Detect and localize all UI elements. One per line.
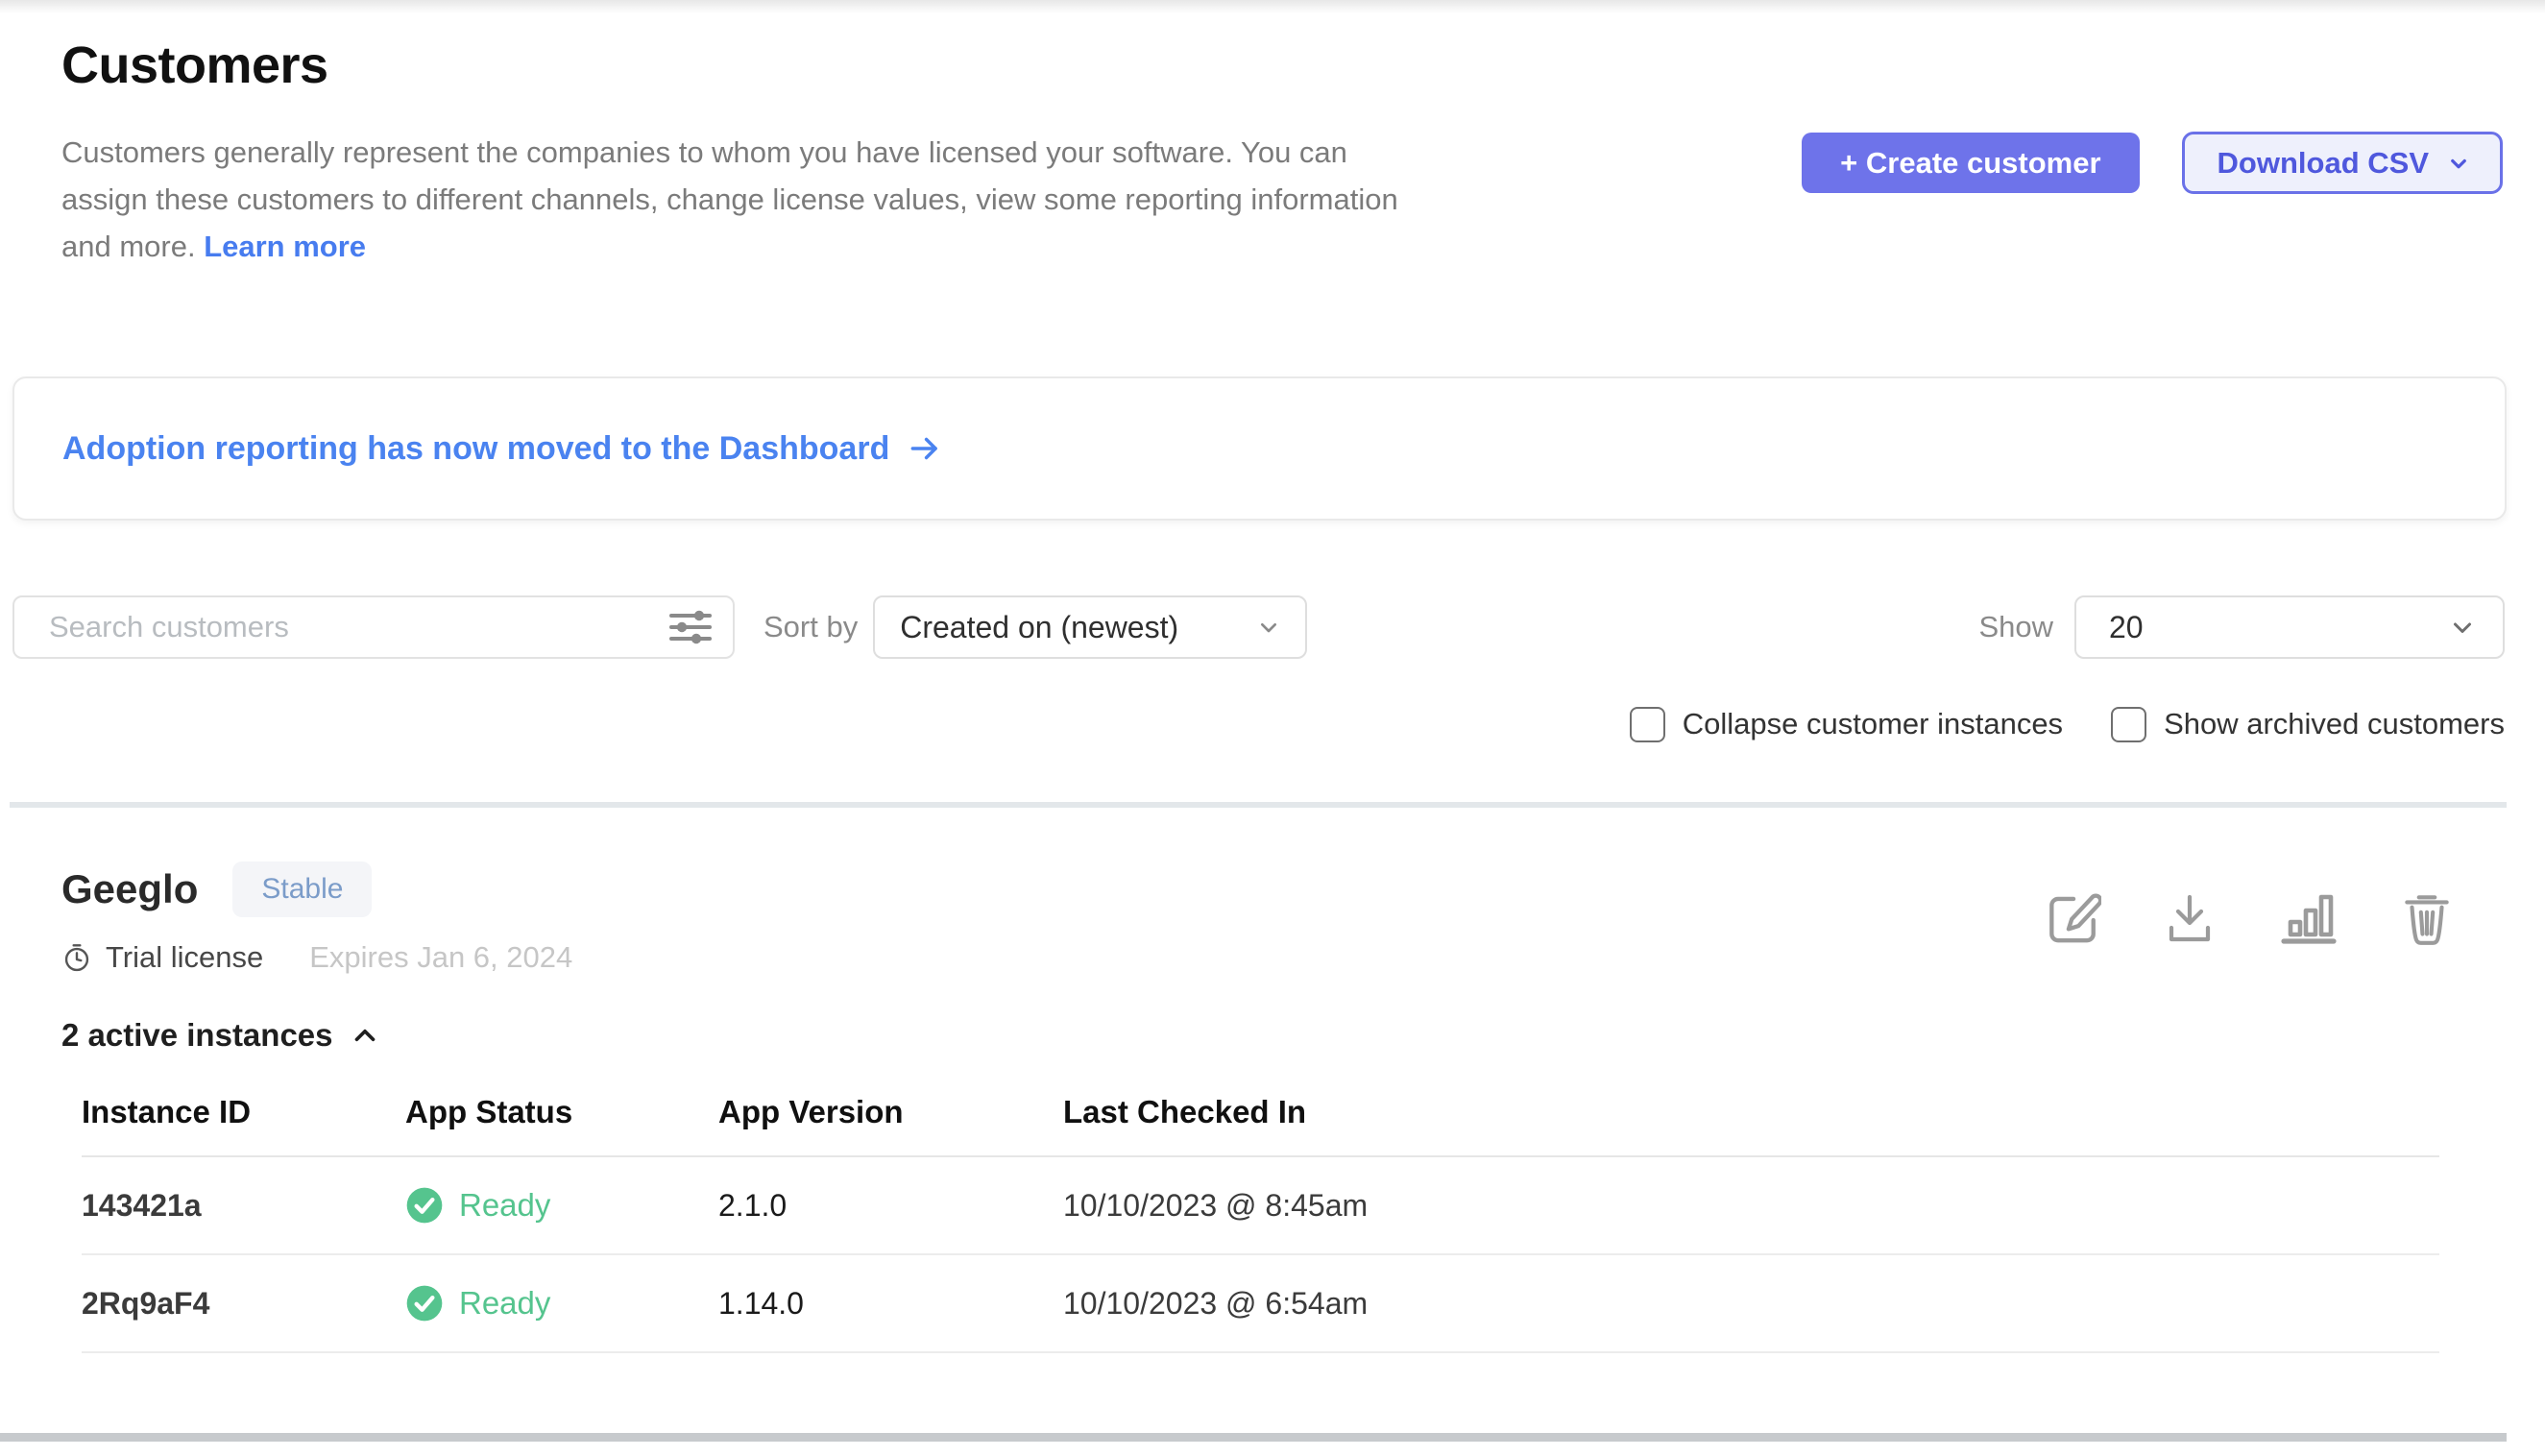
- header-text-block: Customers Customers generally represent …: [61, 36, 1802, 270]
- timer-icon: [61, 942, 92, 973]
- sliders-icon[interactable]: [666, 607, 715, 647]
- app-version-cell: 2.1.0: [718, 1188, 1063, 1224]
- show-label: Show: [1978, 610, 2053, 644]
- app-version-cell: 1.14.0: [718, 1286, 1063, 1322]
- app-status-cell: Ready: [405, 1284, 718, 1323]
- bottom-divider: [0, 1433, 2507, 1442]
- description-line-1: Customers generally represent the compan…: [61, 135, 1347, 169]
- chevron-down-icon: [1253, 612, 1284, 643]
- bar-chart-icon[interactable]: [2278, 888, 2339, 948]
- show-dropdown-value: 20: [2109, 610, 2144, 645]
- collapse-instances-label: Collapse customer instances: [1683, 707, 2063, 741]
- sort-dropdown-value: Created on (newest): [900, 610, 1178, 645]
- learn-more-link[interactable]: Learn more: [204, 230, 366, 263]
- app-status-text: Ready: [459, 1285, 550, 1322]
- collapse-instances-checkbox[interactable]: Collapse customer instances: [1630, 707, 2063, 742]
- chevron-down-icon: [2445, 610, 2480, 644]
- customer-name[interactable]: Geeglo: [61, 866, 198, 912]
- license-expires: Expires Jan 6, 2024: [309, 940, 572, 975]
- header-actions: + Create customer Download CSV: [1802, 132, 2503, 194]
- table-header-row: Instance ID App Status App Version Last …: [82, 1080, 2439, 1157]
- edit-icon[interactable]: [2042, 888, 2101, 948]
- license-type: Trial license: [106, 940, 263, 975]
- sort-by-label: Sort by: [764, 610, 858, 644]
- sort-dropdown[interactable]: Created on (newest): [873, 595, 1307, 659]
- show-archived-checkbox[interactable]: Show archived customers: [2111, 707, 2505, 742]
- download-csv-label: Download CSV: [2218, 146, 2429, 181]
- active-instances-toggle[interactable]: 2 active instances: [61, 1017, 2455, 1054]
- instance-id-cell: 2Rq9aF4: [82, 1286, 405, 1322]
- filter-checkboxes: Collapse customer instances Show archive…: [0, 705, 2505, 743]
- list-controls: Sort by Created on (newest) Show 20: [12, 595, 2505, 659]
- col-instance-id: Instance ID: [82, 1094, 405, 1130]
- chevron-down-icon: [2444, 149, 2473, 178]
- search-input[interactable]: [12, 595, 735, 659]
- adoption-banner[interactable]: Adoption reporting has now moved to the …: [12, 376, 2507, 521]
- checkbox-box[interactable]: [1630, 707, 1665, 742]
- show-dropdown[interactable]: 20: [2074, 595, 2505, 659]
- checkbox-box[interactable]: [2111, 707, 2146, 742]
- page-header: Customers Customers generally represent …: [61, 36, 2503, 270]
- instance-id-cell: 143421a: [82, 1188, 405, 1224]
- col-last-checked-in: Last Checked In: [1063, 1094, 2439, 1130]
- last-checked-in-cell: 10/10/2023 @ 6:54am: [1063, 1286, 2439, 1322]
- download-icon[interactable]: [2161, 889, 2218, 947]
- instances-table: Instance ID App Status App Version Last …: [82, 1080, 2439, 1353]
- channel-badge: Stable: [232, 861, 372, 917]
- show-archived-label: Show archived customers: [2164, 707, 2505, 741]
- page-description: Customers generally represent the compan…: [61, 129, 1802, 270]
- create-customer-button[interactable]: + Create customer: [1802, 133, 2139, 193]
- arrow-right-icon: [907, 430, 943, 467]
- page-title: Customers: [61, 36, 1802, 94]
- search-wrap: [12, 595, 735, 659]
- customer-actions: [2042, 888, 2455, 948]
- active-instances-label: 2 active instances: [61, 1017, 333, 1054]
- description-line-2: assign these customers to different chan…: [61, 182, 1398, 216]
- col-app-status: App Status: [405, 1094, 718, 1130]
- adoption-banner-text: Adoption reporting has now moved to the …: [62, 430, 889, 468]
- customer-identity: Geeglo Stable Trial license Expires Jan …: [61, 861, 2042, 975]
- app-status-cell: Ready: [405, 1186, 718, 1225]
- customers-page: Customers Customers generally represent …: [0, 0, 2545, 1353]
- download-csv-button[interactable]: Download CSV: [2182, 132, 2503, 194]
- customer-card: Geeglo Stable Trial license Expires Jan …: [61, 861, 2455, 1353]
- trash-icon[interactable]: [2399, 888, 2455, 948]
- check-circle-icon: [405, 1284, 444, 1323]
- check-circle-icon: [405, 1186, 444, 1225]
- app-status-text: Ready: [459, 1187, 550, 1224]
- chevron-up-icon: [349, 1019, 381, 1052]
- section-divider: [10, 802, 2507, 808]
- last-checked-in-cell: 10/10/2023 @ 8:45am: [1063, 1188, 2439, 1224]
- table-row[interactable]: 2Rq9aF4 Ready 1.14.0 10/10/2023 @ 6:54am: [82, 1255, 2439, 1353]
- table-row[interactable]: 143421a Ready 2.1.0 10/10/2023 @ 8:45am: [82, 1157, 2439, 1255]
- description-line-3: and more.: [61, 230, 196, 263]
- col-app-version: App Version: [718, 1094, 1063, 1130]
